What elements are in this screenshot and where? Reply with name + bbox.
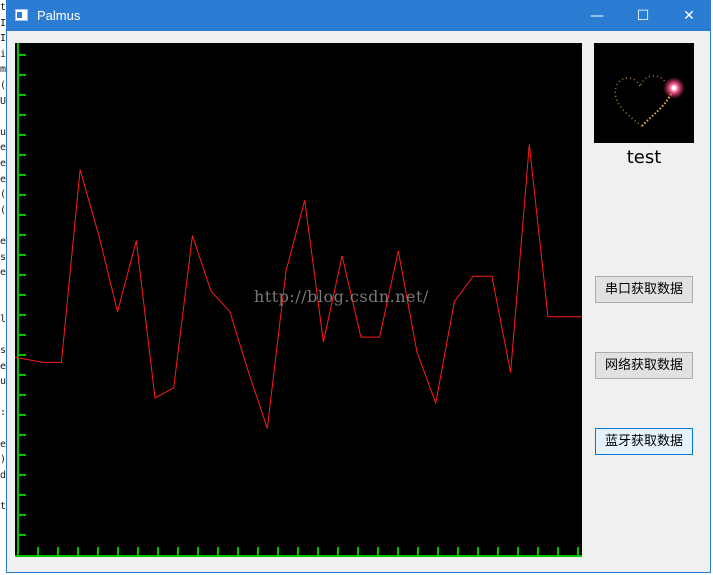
minimize-button[interactable]: — bbox=[574, 1, 620, 31]
heart-sparkle-image bbox=[594, 43, 694, 143]
app-icon bbox=[15, 9, 28, 21]
status-label: test bbox=[626, 147, 662, 168]
network-fetch-button[interactable]: 网络获取数据 bbox=[595, 352, 693, 379]
window-title: Palmus bbox=[37, 8, 81, 23]
serial-fetch-button[interactable]: 串口获取数据 bbox=[595, 276, 693, 303]
maximize-button[interactable]: ☐ bbox=[620, 1, 666, 31]
watermark-text: http://blog.csdn.net/ bbox=[254, 287, 429, 306]
bluetooth-fetch-button[interactable]: 蓝牙获取数据 bbox=[595, 428, 693, 455]
title-bar[interactable]: Palmus — ☐ ✕ bbox=[7, 1, 710, 31]
close-button[interactable]: ✕ bbox=[666, 1, 712, 31]
